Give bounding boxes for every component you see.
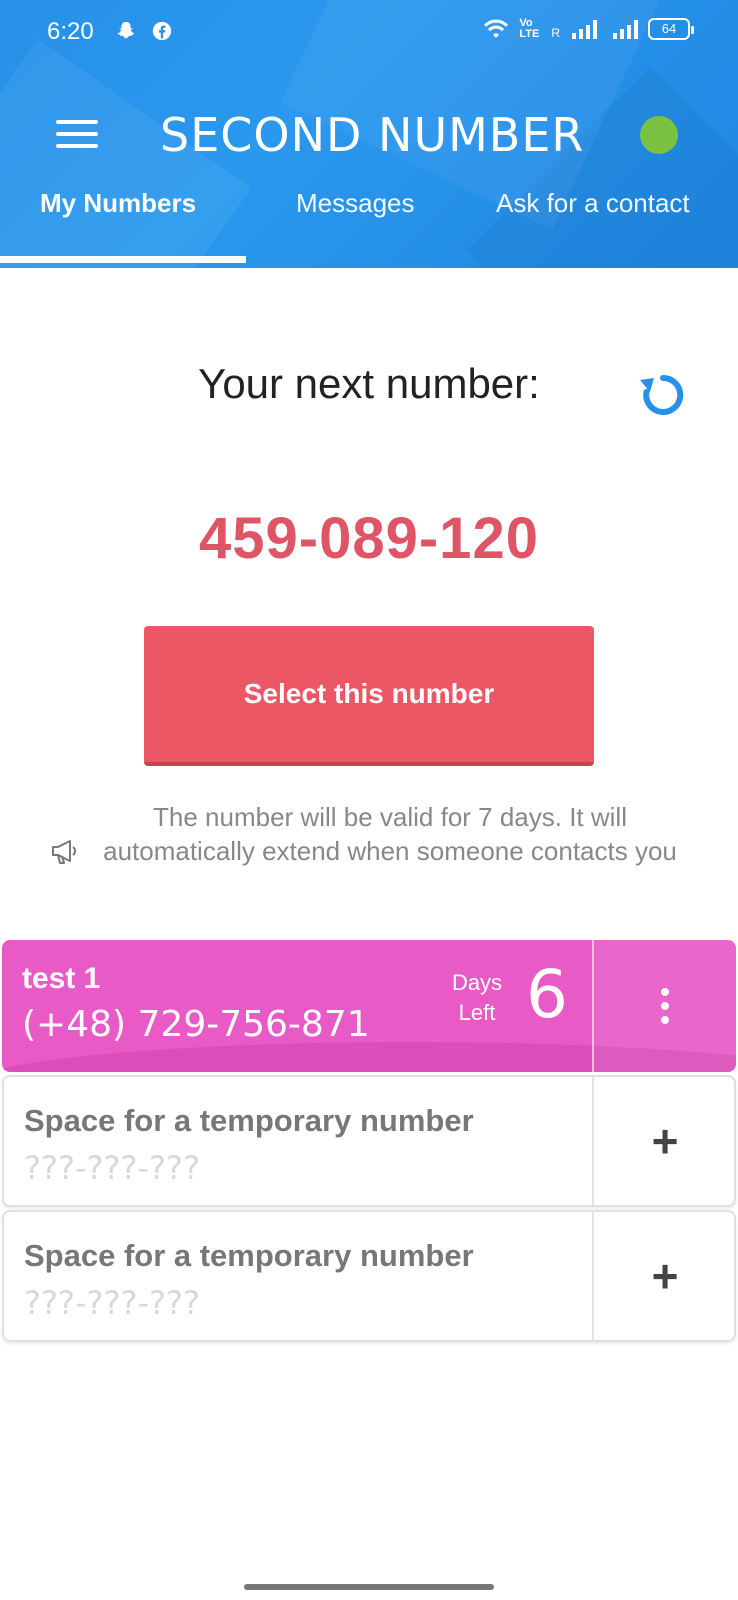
- tab-my-numbers[interactable]: My Numbers: [40, 188, 196, 219]
- days-left-count: 6: [526, 956, 568, 1033]
- number-row-active[interactable]: test 1 (+48) 729-756-871 Days Left 6: [2, 940, 736, 1072]
- roaming-indicator: R: [551, 26, 560, 40]
- number-value: (+48) 729-756-871: [22, 1004, 370, 1045]
- empty-slot-placeholder: ???-???-???: [24, 1284, 200, 1322]
- more-options-button[interactable]: [594, 940, 736, 1072]
- tab-ask-for-contact[interactable]: Ask for a contact: [496, 188, 690, 219]
- empty-slot-label: Space for a temporary number: [24, 1238, 474, 1273]
- app-title: SECOND NUMBER: [160, 108, 585, 162]
- facebook-icon: [152, 21, 172, 41]
- number-name: test 1: [22, 962, 101, 995]
- more-vert-icon: [661, 988, 669, 1024]
- empty-slot-row: Space for a temporary number ???-???-???…: [2, 1210, 736, 1342]
- wifi-icon: [484, 19, 509, 38]
- megaphone-icon: [52, 840, 76, 864]
- home-indicator[interactable]: [244, 1584, 494, 1590]
- next-number-heading: Your next number:: [198, 360, 540, 407]
- active-tab-indicator: [0, 256, 246, 263]
- battery-icon: 64: [648, 18, 694, 40]
- signal-icon-2: [613, 19, 638, 39]
- plus-icon: +: [651, 1115, 679, 1167]
- add-number-button[interactable]: +: [594, 1077, 736, 1205]
- empty-slot-label: Space for a temporary number: [24, 1103, 474, 1138]
- tab-bar: My Numbers Messages Ask for a contact: [0, 180, 738, 268]
- empty-slot-placeholder: ???-???-???: [24, 1149, 200, 1187]
- tab-messages[interactable]: Messages: [296, 188, 415, 219]
- days-left-label: Days Left: [451, 970, 503, 1025]
- refresh-icon[interactable]: [638, 370, 688, 420]
- status-time: 6:20: [47, 18, 94, 45]
- signal-icon: [572, 19, 597, 39]
- battery-level: 64: [661, 21, 677, 36]
- online-status-dot: [640, 116, 678, 154]
- validity-info-text: The number will be valid for 7 days. It …: [103, 802, 677, 866]
- empty-slot-row: Space for a temporary number ???-???-???…: [2, 1075, 736, 1207]
- app-header: 6:20 Vo LTE R 64 SECOND NUMBER My Number…: [0, 0, 738, 268]
- status-bar: 6:20 Vo LTE R 64: [0, 0, 738, 66]
- plus-icon: +: [651, 1250, 679, 1302]
- volte-indicator: Vo LTE: [519, 17, 540, 40]
- select-number-button[interactable]: Select this number: [144, 626, 594, 766]
- add-number-button[interactable]: +: [594, 1212, 736, 1340]
- snapchat-icon: [117, 21, 135, 39]
- next-number-value: 459-089-120: [199, 506, 539, 571]
- hamburger-menu-icon[interactable]: [56, 120, 98, 152]
